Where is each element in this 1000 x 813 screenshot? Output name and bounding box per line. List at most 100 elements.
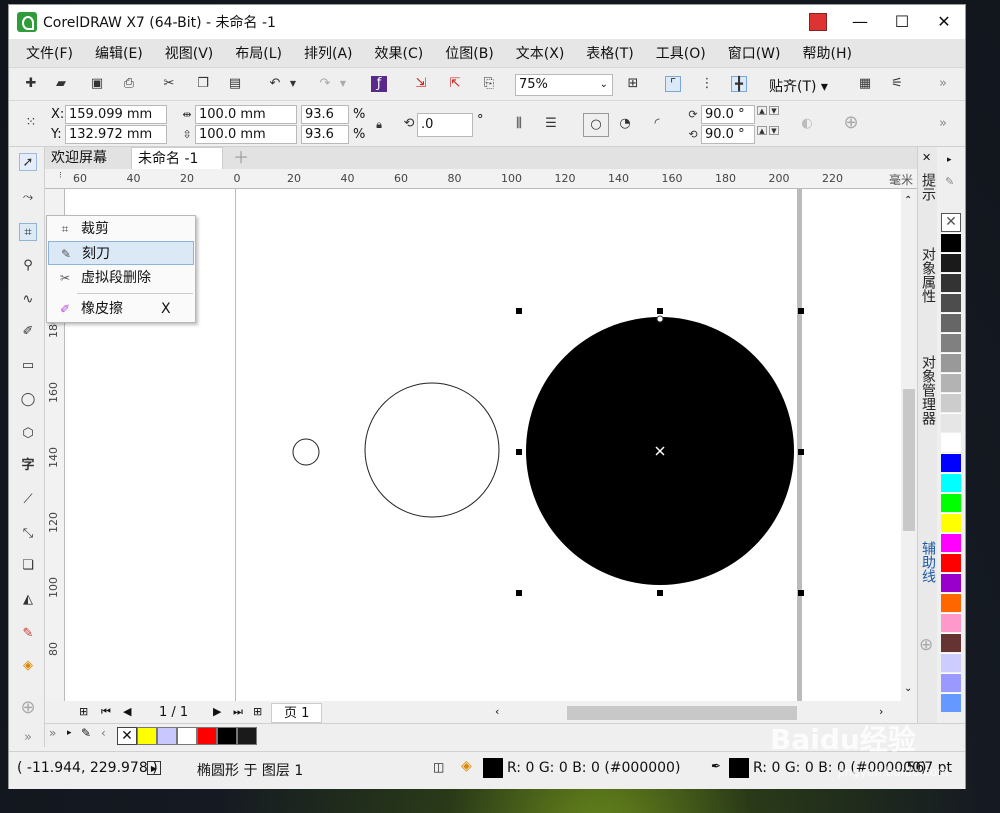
print-icon[interactable]: ⎙ <box>121 76 137 92</box>
menu-item[interactable]: 布局(L) <box>224 43 293 63</box>
small-circle[interactable] <box>292 438 320 466</box>
width-input[interactable]: 100.0 mm <box>195 105 297 124</box>
drop-shadow-icon[interactable]: ❏ <box>19 557 37 575</box>
end-angle-up-icon[interactable]: ▲ <box>757 126 767 135</box>
add-tool-icon[interactable]: ⊕ <box>19 699 37 717</box>
start-angle-input[interactable]: 90.0 ° <box>701 105 755 124</box>
menu-item[interactable]: 帮助(H) <box>792 43 863 63</box>
palette-swatch[interactable] <box>941 413 961 432</box>
freehand-tool-icon[interactable]: ∿ <box>19 291 37 309</box>
y-position-input[interactable]: 132.972 mm <box>65 125 167 144</box>
docpal-swatch[interactable] <box>237 727 257 745</box>
scale-y-input[interactable]: 93.6 <box>301 125 349 144</box>
menu-item[interactable]: 编辑(E) <box>84 43 154 63</box>
scroll-right-icon[interactable]: › <box>879 705 883 718</box>
ellipse-mode-icon[interactable]: ○ <box>583 113 609 137</box>
toolbox-overflow-icon[interactable]: » <box>19 729 37 747</box>
scroll-down-icon[interactable]: ⌄ <box>904 683 912 694</box>
menu-item[interactable]: 工具(O) <box>645 43 717 63</box>
show-guidelines-icon[interactable]: ╋ <box>731 76 747 92</box>
status-expand-icon[interactable]: ▶ <box>147 761 161 775</box>
docpal-menu-icon[interactable]: ▸ <box>67 728 72 738</box>
minimize-button[interactable]: — <box>839 5 881 39</box>
menu-item[interactable]: 位图(B) <box>434 43 505 63</box>
tab-welcome-screen[interactable]: 欢迎屏幕 <box>45 147 113 169</box>
docker-close-icon[interactable]: ✕ <box>922 151 931 164</box>
palette-swatch[interactable] <box>941 453 961 472</box>
vertical-scroll-thumb[interactable] <box>903 389 915 531</box>
arc-mode-icon[interactable]: ◜ <box>649 116 665 132</box>
dock-tab-object-manager[interactable]: 对象管理器 <box>918 355 938 425</box>
palette-swatch[interactable] <box>941 513 961 532</box>
dock-tab-object-properties[interactable]: 对象属性 <box>918 247 938 303</box>
tab-untitled-document[interactable]: 未命名 -1 <box>131 147 223 169</box>
polygon-tool-icon[interactable]: ⬡ <box>19 425 37 443</box>
palette-swatch[interactable] <box>941 313 961 332</box>
lock-ratio-icon[interactable]: 🔒︎ <box>371 117 387 133</box>
new-tab-plus-icon[interactable]: ＋ <box>227 147 255 169</box>
close-button[interactable]: ✕ <box>923 5 965 39</box>
palette-swatch[interactable] <box>941 693 961 712</box>
menu-item[interactable]: 文本(X) <box>505 43 576 63</box>
application-launcher-icon[interactable]: ⚟ <box>889 76 905 92</box>
toolbar-overflow-icon[interactable]: » <box>935 76 951 92</box>
fill-bucket-icon[interactable]: ◈ <box>461 758 472 774</box>
zoom-level-select[interactable]: 75% ⌄ <box>515 74 613 96</box>
connector-tool-icon[interactable]: ⤡ <box>19 525 37 543</box>
menu-item[interactable]: 效果(C) <box>364 43 435 63</box>
undo-dropdown-icon[interactable]: ▼ <box>285 76 301 92</box>
menu-item[interactable]: 窗口(W) <box>717 43 792 63</box>
palette-swatch[interactable] <box>941 593 961 612</box>
prev-page-icon[interactable]: ◀ <box>123 705 131 718</box>
menu-item[interactable]: 文件(F) <box>15 43 84 63</box>
flyout-item-virtual-segment-delete[interactable]: ✂ 虚拟段删除 <box>48 266 194 290</box>
start-angle-up-icon[interactable]: ▲ <box>757 106 767 115</box>
property-overflow-icon[interactable]: » <box>935 116 951 132</box>
pie-mode-icon[interactable]: ◔ <box>617 116 633 132</box>
copy-icon[interactable]: ❐ <box>195 76 211 92</box>
open-folder-icon[interactable]: ▰ <box>53 76 69 92</box>
flyout-item-crop[interactable]: ⌗ 裁剪 <box>48 217 194 241</box>
ellipse-tool-icon[interactable]: ◯ <box>19 391 37 409</box>
export-icon[interactable]: ⇱ <box>447 76 463 92</box>
scale-x-input[interactable]: 93.6 <box>301 105 349 124</box>
artistic-media-icon[interactable]: ✐ <box>19 323 37 341</box>
docpal-eyedropper-icon[interactable]: ✎ <box>81 726 91 740</box>
no-color-swatch[interactable]: ✕ <box>941 213 961 232</box>
menu-item[interactable]: 排列(A) <box>293 43 364 63</box>
next-page-icon[interactable]: ▶ <box>213 705 221 718</box>
color-eyedropper-icon[interactable]: ✎ <box>19 625 37 643</box>
user-account-icon[interactable] <box>809 13 827 31</box>
palette-swatch[interactable] <box>941 333 961 352</box>
maximize-button[interactable]: ☐ <box>881 5 923 39</box>
menu-item[interactable]: 视图(V) <box>154 43 225 63</box>
docpal-swatch[interactable] <box>177 727 197 745</box>
vertical-scrollbar[interactable]: ⌃ ⌄ <box>901 189 917 701</box>
show-rulers-icon[interactable]: ⌜ <box>665 76 681 92</box>
import-icon[interactable]: ⇲ <box>413 76 429 92</box>
menu-item[interactable]: 表格(T) <box>575 43 644 63</box>
save-icon[interactable]: ▣ <box>89 76 105 92</box>
flyout-item-knife[interactable]: ✎ 刻刀 <box>48 241 194 265</box>
last-page-icon[interactable]: ⏭ <box>233 705 243 719</box>
paste-icon[interactable]: ▤ <box>227 76 243 92</box>
palette-swatch[interactable] <box>941 533 961 552</box>
pick-tool-icon[interactable]: ➚ <box>19 153 37 171</box>
add-property-icon[interactable]: ⊕ <box>843 114 859 132</box>
palette-swatch[interactable] <box>941 353 961 372</box>
docpal-swatch[interactable] <box>217 727 237 745</box>
scroll-left-icon[interactable]: ‹ <box>495 705 499 718</box>
docpal-scroll-left-icon[interactable]: ‹ <box>101 726 106 740</box>
rectangle-tool-icon[interactable]: ▭ <box>19 357 37 375</box>
transparency-tool-icon[interactable]: ◭ <box>19 591 37 609</box>
new-document-icon[interactable]: ✚ <box>23 76 39 92</box>
undo-icon[interactable]: ↶ <box>267 76 283 92</box>
mirror-horizontal-icon[interactable]: ⫼ <box>511 116 527 132</box>
ellipse-node[interactable] <box>656 315 664 323</box>
dock-tab-guidelines[interactable]: 辅助线 <box>918 541 938 583</box>
page-tab[interactable]: 页 1 <box>271 703 323 723</box>
x-position-input[interactable]: 159.099 mm <box>65 105 167 124</box>
ruler-origin-icon[interactable]: ⁝ <box>59 171 62 181</box>
start-angle-down-icon[interactable]: ▼ <box>769 106 779 115</box>
palette-swatch[interactable] <box>941 553 961 572</box>
